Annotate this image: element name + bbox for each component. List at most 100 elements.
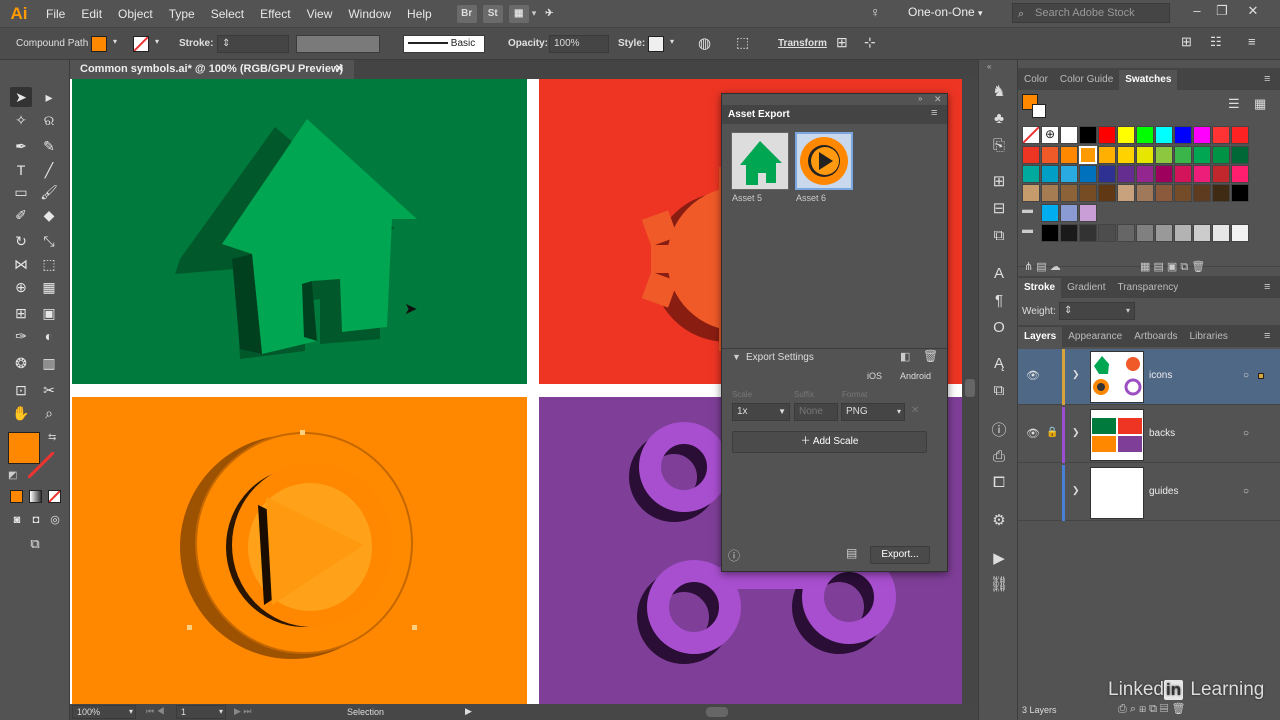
fill-swatch[interactable] xyxy=(91,36,107,52)
color-swatch[interactable] xyxy=(1060,165,1078,183)
character-icon[interactable]: A xyxy=(988,263,1010,285)
color-swatch[interactable] xyxy=(1174,165,1192,183)
default-colors-icon[interactable]: ◩ xyxy=(8,470,17,481)
color-swatch[interactable] xyxy=(1231,126,1249,144)
color-swatch[interactable] xyxy=(1098,184,1116,202)
panel-menu-icon[interactable]: ☷ xyxy=(1210,34,1222,50)
color-swatch[interactable] xyxy=(1155,165,1173,183)
gpu-performance-icon[interactable]: ✈ xyxy=(539,5,559,23)
color-swatch[interactable] xyxy=(1212,146,1230,164)
minimize-icon[interactable]: – xyxy=(1187,3,1207,18)
stroke-swatch[interactable] xyxy=(133,36,149,52)
lightbulb-icon[interactable]: ♀ xyxy=(870,4,881,20)
color-swatch[interactable] xyxy=(1193,224,1211,242)
align-panel-icon[interactable]: ⊟ xyxy=(988,198,1010,220)
scale-tool-icon[interactable]: ⤡ xyxy=(38,231,60,251)
color-swatch[interactable] xyxy=(1022,165,1040,183)
direct-selection-tool-icon[interactable]: ▸ xyxy=(38,87,60,107)
color-swatch[interactable] xyxy=(1174,146,1192,164)
menu-object[interactable]: Object xyxy=(110,7,161,21)
draw-inside-icon[interactable]: ◎ xyxy=(44,510,66,530)
graphic-style-swatch[interactable] xyxy=(648,36,664,52)
color-swatch[interactable] xyxy=(1098,126,1116,144)
color-swatch[interactable] xyxy=(1155,184,1173,202)
suffix-field[interactable]: None xyxy=(794,403,838,421)
new-asset-icon[interactable]: ◧ xyxy=(900,350,910,363)
gradient-tool-icon[interactable]: ▣ xyxy=(38,303,60,323)
color-swatch[interactable] xyxy=(1079,165,1097,183)
add-scale-button[interactable]: ＋ Add Scale xyxy=(732,431,927,453)
chevron-down-icon[interactable]: ▼ xyxy=(732,352,741,362)
links-icon[interactable]: ⛓ xyxy=(988,574,1010,596)
close-window-icon[interactable]: ✕ xyxy=(1243,3,1263,19)
color-mode-icon[interactable] xyxy=(10,490,23,503)
tab-appearance[interactable]: Appearance xyxy=(1062,327,1128,347)
navigator-icon[interactable]: ⧠ xyxy=(988,472,1010,494)
chevron-right-icon[interactable]: ❯ xyxy=(1072,485,1080,496)
tab-transparency[interactable]: Transparency xyxy=(1111,278,1184,298)
color-swatch[interactable] xyxy=(1079,204,1097,222)
color-swatch[interactable] xyxy=(1231,224,1249,242)
panel-menu-icon[interactable]: ≡ xyxy=(931,107,937,119)
color-swatch[interactable] xyxy=(1079,224,1097,242)
eraser-tool-icon[interactable]: ◆ xyxy=(38,205,60,225)
stroke-weight-field[interactable]: ⇕ xyxy=(217,35,289,53)
color-swatch[interactable] xyxy=(1193,126,1211,144)
chevron-down-icon[interactable]: ▾ xyxy=(670,37,674,46)
asset-5-thumbnail[interactable] xyxy=(731,132,789,190)
target-icon[interactable]: ○ xyxy=(1243,370,1249,381)
transform-icon[interactable]: ⊞ xyxy=(988,171,1010,193)
paintbrush-tool-icon[interactable]: 🖌 xyxy=(38,182,60,202)
vertical-scrollbar[interactable] xyxy=(962,79,978,704)
gradient-mode-icon[interactable] xyxy=(29,490,42,503)
export-button[interactable]: Export... xyxy=(870,546,930,564)
color-swatch[interactable] xyxy=(1041,146,1059,164)
brush-definition[interactable]: Basic xyxy=(403,35,485,53)
registration-swatch[interactable]: ⊕ xyxy=(1041,126,1059,144)
color-swatch[interactable] xyxy=(1117,184,1135,202)
swatch-libraries-icon[interactable]: ⋔ ▤ ☁ xyxy=(1024,260,1061,273)
pathfinder-icon[interactable]: ⧉ xyxy=(988,225,1010,247)
stock-button[interactable]: St xyxy=(482,4,503,23)
eyedropper-tool-icon[interactable]: ✑ xyxy=(10,326,32,346)
line-tool-icon[interactable]: ╱ xyxy=(38,160,60,180)
color-swatch[interactable] xyxy=(1117,126,1135,144)
color-swatch[interactable] xyxy=(1079,146,1097,164)
swap-colors-icon[interactable]: ⇆ xyxy=(48,432,56,443)
info-icon[interactable]: ⓘ xyxy=(728,547,740,564)
swatch-group-folder-icon[interactable]: ▬ xyxy=(1022,204,1040,222)
chevron-right-icon[interactable]: ❯ xyxy=(1072,369,1080,380)
arrange-documents-icon[interactable]: ▦ xyxy=(508,4,529,23)
pen-tool-icon[interactable]: ✒ xyxy=(10,136,32,156)
color-swatch[interactable] xyxy=(1212,224,1230,242)
color-swatch[interactable] xyxy=(1041,224,1059,242)
layer-row-guides[interactable]: ❯ guides ○ xyxy=(1018,465,1280,521)
puppet-icon[interactable]: ♞ xyxy=(988,81,1010,103)
play-button-icon[interactable] xyxy=(72,397,527,704)
color-swatch[interactable] xyxy=(1136,146,1154,164)
artboard-number-field[interactable]: 1 ▾ xyxy=(176,705,226,719)
list-view-icon[interactable]: ☰ xyxy=(1228,96,1240,112)
color-swatch[interactable] xyxy=(1079,184,1097,202)
menu-view[interactable]: View xyxy=(299,7,341,21)
free-transform-tool-icon[interactable]: ⬚ xyxy=(38,254,60,274)
status-menu-icon[interactable]: ▶ xyxy=(465,706,472,717)
none-swatch[interactable] xyxy=(1022,126,1040,144)
align-icon[interactable]: ⬚ xyxy=(736,34,749,51)
panel-menu-icon[interactable]: ≡ xyxy=(1264,281,1270,293)
swatch-stroke-indicator[interactable] xyxy=(1032,104,1046,118)
actions-play-icon[interactable]: ▶ xyxy=(988,548,1010,570)
remove-scale-icon[interactable]: ✕ xyxy=(911,405,919,416)
color-swatch[interactable] xyxy=(1174,126,1192,144)
color-swatch[interactable] xyxy=(1231,165,1249,183)
info-panel-icon[interactable]: ⓘ xyxy=(988,420,1010,442)
shape-builder-tool-icon[interactable]: ⊕ xyxy=(10,277,32,297)
column-graph-tool-icon[interactable]: ▥ xyxy=(38,353,60,373)
color-swatch[interactable] xyxy=(1136,224,1154,242)
format-dropdown[interactable]: PNG ▾ xyxy=(841,403,905,421)
color-swatch[interactable] xyxy=(1155,224,1173,242)
curvature-tool-icon[interactable]: ✎ xyxy=(38,136,60,156)
panel-menu-icon[interactable]: ≡ xyxy=(1264,330,1270,342)
color-swatch[interactable] xyxy=(1212,184,1230,202)
document-info-icon[interactable]: ⎙ xyxy=(988,446,1010,468)
